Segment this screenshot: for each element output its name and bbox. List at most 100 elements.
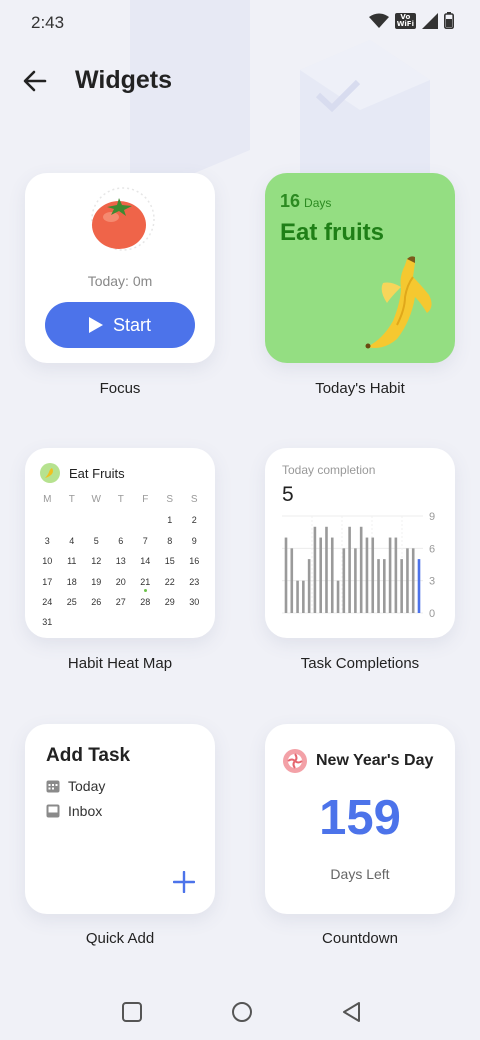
play-icon — [88, 317, 103, 333]
calendar-day: 10 — [42, 556, 53, 567]
chart-bar — [388, 537, 392, 613]
calendar-day: 5 — [93, 535, 99, 546]
chart-bar — [417, 559, 421, 613]
calendar-day: 28 — [140, 596, 151, 607]
chart-bar — [313, 526, 317, 613]
calendar-day: 31 — [42, 617, 53, 628]
home-circle-icon[interactable] — [227, 997, 257, 1027]
quick-add-inbox-label: Inbox — [68, 803, 103, 819]
calendar-day — [60, 510, 85, 530]
navigation-bar — [0, 985, 480, 1040]
calendar-weekday: T — [68, 494, 75, 505]
calendar-day: 17 — [42, 576, 53, 587]
chart-y-tick-label: 6 — [429, 543, 435, 555]
calendar-weekday: T — [117, 494, 124, 505]
calendar-day: 25 — [66, 596, 77, 607]
heat-map-widget[interactable]: Eat Fruits M T W T F S S 1 2 3 4 5 6 7 8 9 10 11 12 13 14 15 1… — [25, 448, 215, 638]
heat-map-label: Habit Heat Map — [67, 655, 173, 672]
countdown-event: New Year's Day — [316, 752, 434, 769]
chart-y-tick-label: 9 — [429, 511, 435, 523]
chart-bar — [296, 580, 299, 613]
calendar-day: 22 — [164, 576, 175, 587]
calendar-day: 19 — [91, 576, 102, 587]
quick-add-today[interactable]: Today — [46, 778, 105, 794]
header: Widgets — [0, 60, 480, 104]
task-completions-label: Task Completions — [300, 655, 420, 672]
calendar-day: 24 — [42, 596, 53, 607]
habit-days: 16 Days — [280, 191, 331, 212]
calendar-day: 18 — [66, 576, 77, 587]
calendar-weekday: F — [142, 494, 149, 505]
calendar-day: 9 — [191, 535, 197, 546]
banana-icon — [365, 256, 432, 349]
chart-bar — [394, 537, 398, 613]
habit-label: Today's Habit — [315, 380, 405, 397]
focus-widget[interactable]: Today: 0m Start — [25, 173, 215, 363]
calendar-day: 7 — [142, 535, 148, 546]
page-title: Widgets — [75, 66, 172, 94]
task-completion-chart: 9 6 3 0 — [282, 511, 435, 620]
calendar-icon — [46, 780, 60, 793]
heat-map-header: Eat Fruits — [40, 463, 125, 483]
calendar-day: 27 — [115, 596, 126, 607]
status-bar: 2:43 Vo WiFi — [0, 0, 480, 44]
calendar-weekday: S — [190, 494, 198, 505]
chart-bar — [377, 559, 380, 613]
habit-days-count: 16 — [280, 191, 301, 211]
quick-add-title: Add Task — [46, 745, 131, 766]
habit-widget[interactable]: 16 Days Eat fruits — [265, 173, 455, 363]
calendar-day: 21 — [133, 572, 158, 592]
chart-bar — [336, 580, 340, 613]
chart-y-tick-label: 3 — [429, 576, 435, 588]
plus-icon[interactable] — [173, 871, 195, 893]
quick-add-label: Quick Add — [85, 930, 155, 947]
back-triangle-icon[interactable] — [337, 997, 367, 1027]
calendar-day: 8 — [167, 535, 173, 546]
focus-label: Focus — [99, 380, 141, 397]
countdown-subtitle: Days Left — [330, 866, 390, 882]
peppermint-candy-icon — [283, 749, 307, 773]
calendar-day — [35, 510, 60, 530]
inbox-icon — [46, 804, 60, 818]
calendar-day: 13 — [115, 556, 126, 567]
chart-bar — [330, 537, 334, 613]
arrow-left-icon[interactable] — [20, 66, 50, 96]
chart-bar — [284, 537, 288, 613]
focus-start-button[interactable]: Start — [45, 302, 195, 348]
calendar-week-row: 17 18 19 20 21 22 23 — [35, 572, 207, 592]
calendar-day: 4 — [69, 535, 75, 546]
habit-name: Eat fruits — [280, 219, 385, 246]
habit-days-unit: Days — [304, 196, 332, 210]
calendar-day — [60, 612, 85, 632]
chart-bar — [411, 548, 415, 613]
quick-add-inbox[interactable]: Inbox — [46, 803, 102, 819]
quick-add-widget[interactable]: Add Task Today Inbox — [25, 724, 215, 914]
recents-square-icon[interactable] — [117, 997, 147, 1027]
calendar-day — [158, 612, 183, 632]
calendar-day: 6 — [118, 535, 124, 546]
calendar-week-row: 31 — [35, 612, 207, 632]
status-icons: Vo WiFi — [368, 12, 454, 29]
calendar-week-row: 12 — [35, 510, 207, 530]
calendar-day: 15 — [164, 556, 175, 567]
chart-bar — [371, 537, 375, 613]
calendar-day: 12 — [91, 556, 102, 567]
calendar-week-row: 24 25 26 27 28 29 30 — [35, 592, 207, 612]
chart-bar — [406, 548, 409, 613]
calendar-weekday: M — [43, 494, 52, 505]
signal-icon — [422, 12, 438, 29]
countdown-widget[interactable]: New Year's Day 159 Days Left — [265, 724, 455, 914]
countdown-label: Countdown — [322, 930, 398, 947]
calendar-week-row: 10 11 12 13 14 15 16 — [35, 551, 207, 571]
calendar-day — [182, 612, 207, 632]
countdown-header: New Year's Day — [283, 749, 433, 773]
chart-bar — [319, 537, 322, 613]
calendar-day — [109, 612, 134, 632]
banana-small-icon — [40, 463, 60, 483]
calendar-weekday: S — [166, 494, 174, 505]
task-completions-widget[interactable]: Today completion 5 9630 — [265, 448, 455, 638]
calendar-week-row: 3 4 5 6 7 8 9 — [35, 531, 207, 551]
calendar-day — [133, 510, 158, 530]
battery-icon — [444, 12, 454, 29]
calendar-day: 2 — [191, 515, 197, 526]
